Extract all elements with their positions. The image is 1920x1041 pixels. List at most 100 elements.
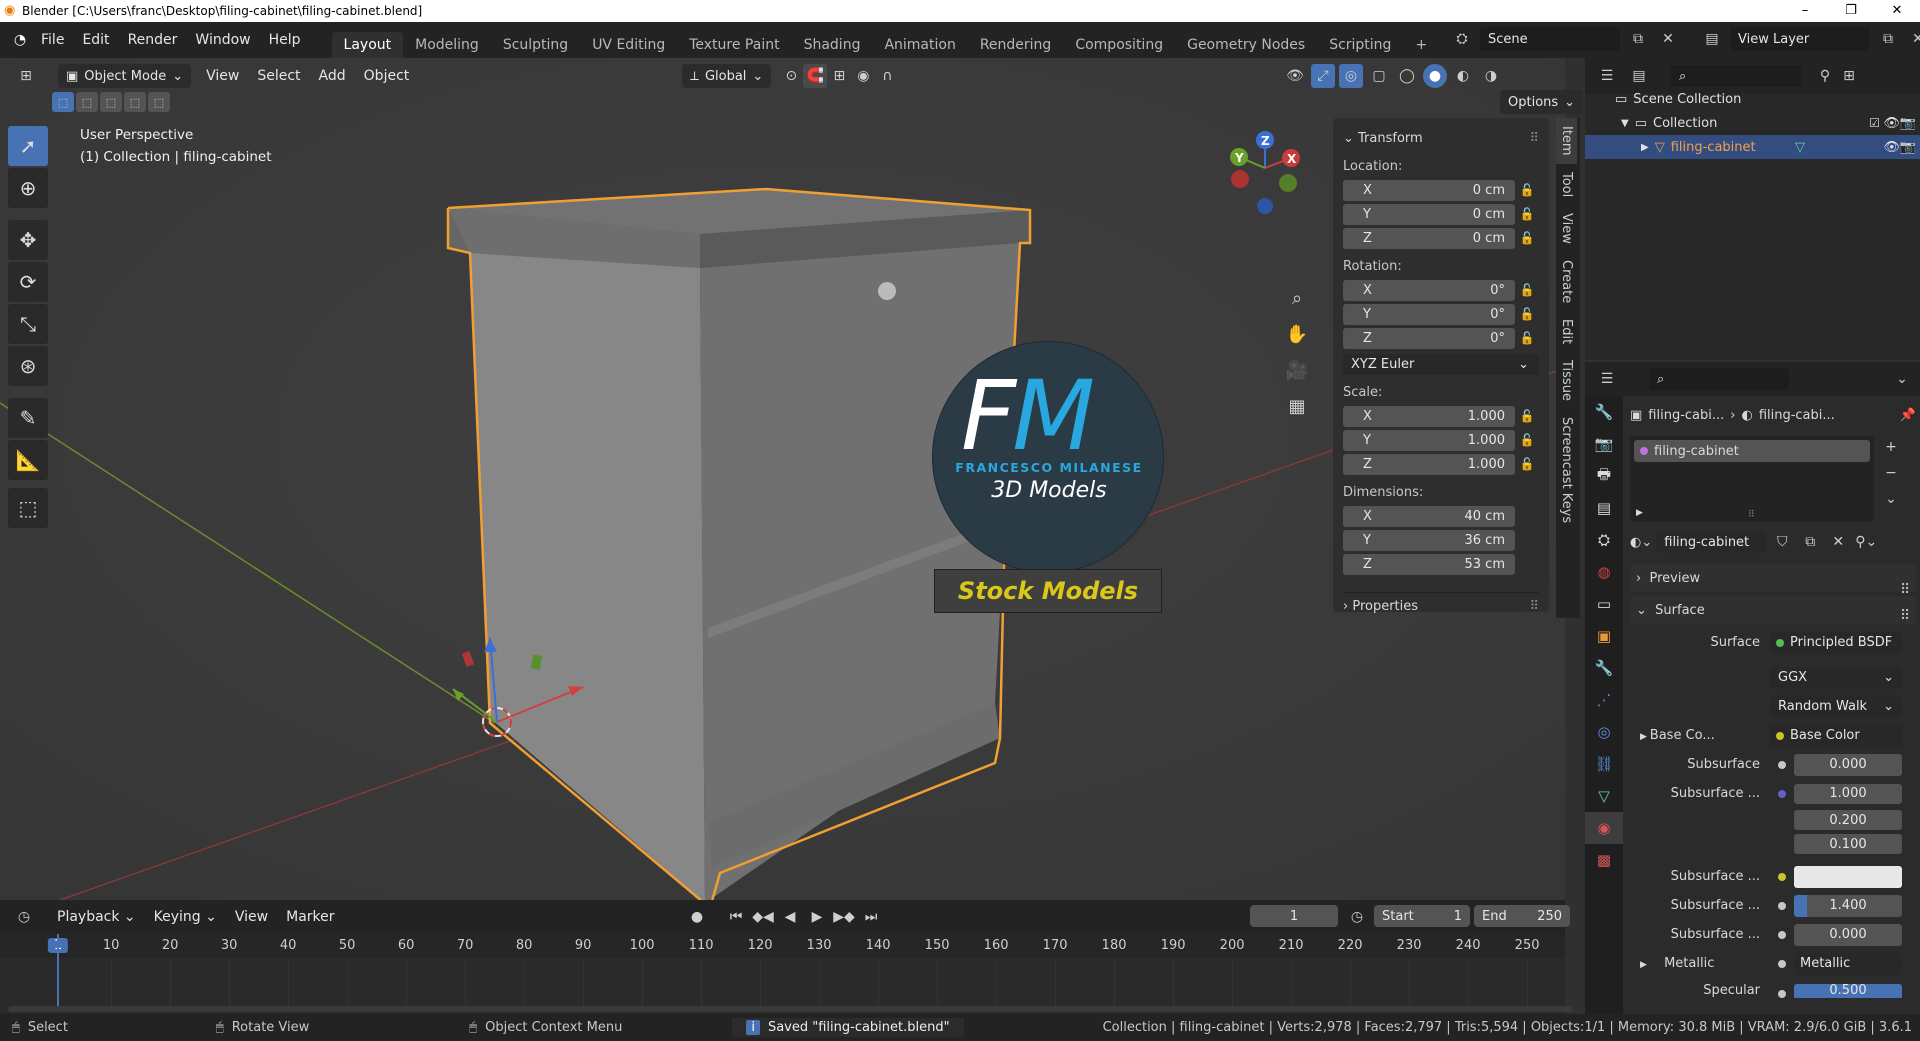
subsurface-method-select[interactable]: Random Walk ⌄ <box>1770 695 1902 718</box>
viewport-menu-object[interactable]: Object <box>355 68 419 84</box>
location-y-field[interactable]: Y0 cm <box>1343 203 1515 225</box>
material-slot-list[interactable]: filing-cabinet ▶ ⠿ <box>1630 436 1874 522</box>
move-tool[interactable]: ✥ <box>8 220 48 260</box>
jump-end-icon[interactable]: ⏭ <box>859 905 883 929</box>
rotation-x-field[interactable]: X 0° <box>1343 279 1515 301</box>
lock-icon[interactable]: 🔓 <box>1515 231 1539 245</box>
properties-search-input[interactable]: ⌕ <box>1649 368 1789 390</box>
rendered-shading-icon[interactable]: ◑ <box>1479 64 1503 88</box>
render-tab-icon[interactable]: 📷 <box>1585 428 1623 460</box>
scene-selector[interactable]: Scene <box>1480 27 1620 51</box>
tool-settings-tab-icon[interactable]: 🔧 <box>1585 396 1623 428</box>
expand-arrow-icon[interactable]: ▶ <box>1636 508 1643 518</box>
filter-icon[interactable]: ⚲ <box>1813 64 1837 88</box>
select-subtract-icon[interactable]: ⬚ <box>100 92 122 112</box>
sidebar-tab-edit[interactable]: Edit <box>1556 311 1577 352</box>
falloff-icon[interactable]: ∩ <box>875 64 899 88</box>
constraints-tab-icon[interactable]: ⛓ <box>1585 748 1623 780</box>
play-reverse-icon[interactable]: ◀ <box>778 905 802 929</box>
view-layer-selector[interactable]: View Layer <box>1730 27 1870 51</box>
specular-field[interactable]: 0.500 <box>1794 983 1902 998</box>
subsurface-radius-y-field[interactable]: 0.200 <box>1794 810 1902 830</box>
drag-handle-icon[interactable]: ⠿ <box>1529 599 1539 614</box>
options-dropdown[interactable]: Options ⌄ <box>1500 90 1584 114</box>
menu-help[interactable]: Help <box>260 32 310 48</box>
overlay-toggle-icon[interactable]: ◎ <box>1339 64 1363 88</box>
jump-start-icon[interactable]: ⏮ <box>724 905 748 929</box>
maximize-button[interactable]: ❐ <box>1828 0 1874 22</box>
3d-viewport[interactable]: FM FRANCESCO MILANESE 3D Models Stock Mo… <box>0 58 1565 900</box>
slot-menu-icon[interactable]: ⌄ <box>1880 488 1902 510</box>
particles-tab-icon[interactable]: ⋰ <box>1585 684 1623 716</box>
camera-icon[interactable]: 📷 <box>1900 116 1916 131</box>
scale-y-field[interactable]: Y 1.000 <box>1343 429 1515 451</box>
lock-icon[interactable]: 🔓 <box>1515 409 1539 423</box>
output-tab-icon[interactable]: 🖶 <box>1585 460 1623 492</box>
tab-sculpting[interactable]: Sculpting <box>491 32 580 58</box>
close-window-button[interactable]: ✕ <box>1874 0 1920 22</box>
collection-tab-icon[interactable]: ▭ <box>1585 588 1623 620</box>
sidebar-tab-create[interactable]: Create <box>1556 252 1577 311</box>
sidebar-tab-screencast-keys[interactable]: Screencast Keys <box>1556 409 1577 531</box>
solid-shading-icon[interactable]: ● <box>1423 64 1447 88</box>
gizmo-toggle-icon[interactable]: ⤢ <box>1311 64 1335 88</box>
expand-arrow-icon[interactable]: ▶ <box>1641 142 1649 153</box>
tab-scripting[interactable]: Scripting <box>1317 32 1403 58</box>
current-frame-field[interactable]: 1 <box>1250 905 1338 927</box>
duplicate-material-icon[interactable]: ⧉ <box>1798 530 1822 554</box>
add-workspace-button[interactable]: + <box>1403 32 1439 58</box>
tab-compositing[interactable]: Compositing <box>1063 32 1175 58</box>
new-collection-icon[interactable]: ⊞ <box>1837 64 1861 88</box>
world-tab-icon[interactable]: ◍ <box>1585 556 1623 588</box>
transform-orientation[interactable]: ⟂ Global ⌄ <box>682 64 772 88</box>
outliner-row-filing-cabinet[interactable]: ▶ ▽ filing-cabinet ▽ 👁 📷 <box>1585 135 1920 159</box>
playhead[interactable] <box>57 934 59 1010</box>
material-browse-icon[interactable]: ◐⌄ <box>1630 535 1652 550</box>
scene-tab-icon[interactable]: ⛭ <box>1585 524 1623 556</box>
select-box-tool[interactable]: ➚ <box>8 126 48 166</box>
remove-slot-icon[interactable]: − <box>1880 462 1902 484</box>
camera-icon[interactable]: 📷 <box>1900 140 1916 155</box>
material-shading-icon[interactable]: ◐ <box>1451 64 1475 88</box>
sidebar-tab-view[interactable]: View <box>1556 205 1577 252</box>
scale-tool[interactable]: ⤡ <box>8 304 48 344</box>
play-icon[interactable]: ▶ <box>805 905 829 929</box>
subsurface-anisotropy-field[interactable]: 0.000 <box>1794 923 1902 946</box>
data-tab-icon[interactable]: ▽ <box>1585 780 1623 812</box>
node-link-icon[interactable]: ⚲⌄ <box>1854 530 1878 554</box>
select-extend-icon[interactable]: ⬚ <box>76 92 98 112</box>
tab-layout[interactable]: Layout <box>331 32 404 58</box>
menu-render[interactable]: Render <box>119 32 187 48</box>
timeline-track-area[interactable]: 1102030405060708090100110120130140150160… <box>0 934 1573 1014</box>
viewport-menu-add[interactable]: Add <box>310 68 355 84</box>
chevron-down-icon[interactable]: ⌄ <box>1890 367 1914 391</box>
lock-icon[interactable]: 🔓 <box>1515 457 1539 471</box>
pivot-icon[interactable]: ⊙ <box>779 64 803 88</box>
drag-handle-icon[interactable]: ⠿ <box>1900 582 1910 598</box>
lock-icon[interactable]: 🔓 <box>1515 433 1539 447</box>
ortho-grid-icon[interactable]: ▦ <box>1285 394 1309 418</box>
select-intersect-icon[interactable]: ⬚ <box>148 92 170 112</box>
transform-panel-header[interactable]: ⌄ Transform <box>1343 131 1423 146</box>
wireframe-shading-icon[interactable]: ◯ <box>1395 64 1419 88</box>
tab-uv-editing[interactable]: UV Editing <box>580 32 677 58</box>
view-layer-tab-icon[interactable]: ▤ <box>1585 492 1623 524</box>
end-frame-field[interactable]: End 250 <box>1474 905 1570 927</box>
camera-view-icon[interactable]: 🎥 <box>1285 358 1309 382</box>
material-name-field[interactable]: filing-cabinet <box>1656 531 1767 553</box>
fake-user-icon[interactable]: ⛉ <box>1770 530 1794 554</box>
next-keyframe-icon[interactable]: ▶◆ <box>832 905 856 929</box>
lock-icon[interactable]: 🔓 <box>1515 307 1539 321</box>
preview-panel-header[interactable]: › Preview <box>1630 564 1916 592</box>
navigation-gizmo[interactable]: Z X Y <box>1225 126 1311 286</box>
minimize-button[interactable]: – <box>1782 0 1828 22</box>
drag-handle-icon[interactable]: ⠿ <box>1900 608 1910 624</box>
rotation-mode-select[interactable]: XYZ Euler ⌄ <box>1343 353 1539 375</box>
lock-icon[interactable]: 🔓 <box>1515 207 1539 221</box>
viewport-menu-view[interactable]: View <box>197 68 248 84</box>
menu-window[interactable]: Window <box>186 32 259 48</box>
cursor-tool[interactable]: ⊕ <box>8 168 48 208</box>
distribution-select[interactable]: GGX ⌄ <box>1770 666 1902 689</box>
drag-handle-icon[interactable]: ⠿ <box>1529 131 1539 146</box>
modifiers-tab-icon[interactable]: 🔧 <box>1585 652 1623 684</box>
